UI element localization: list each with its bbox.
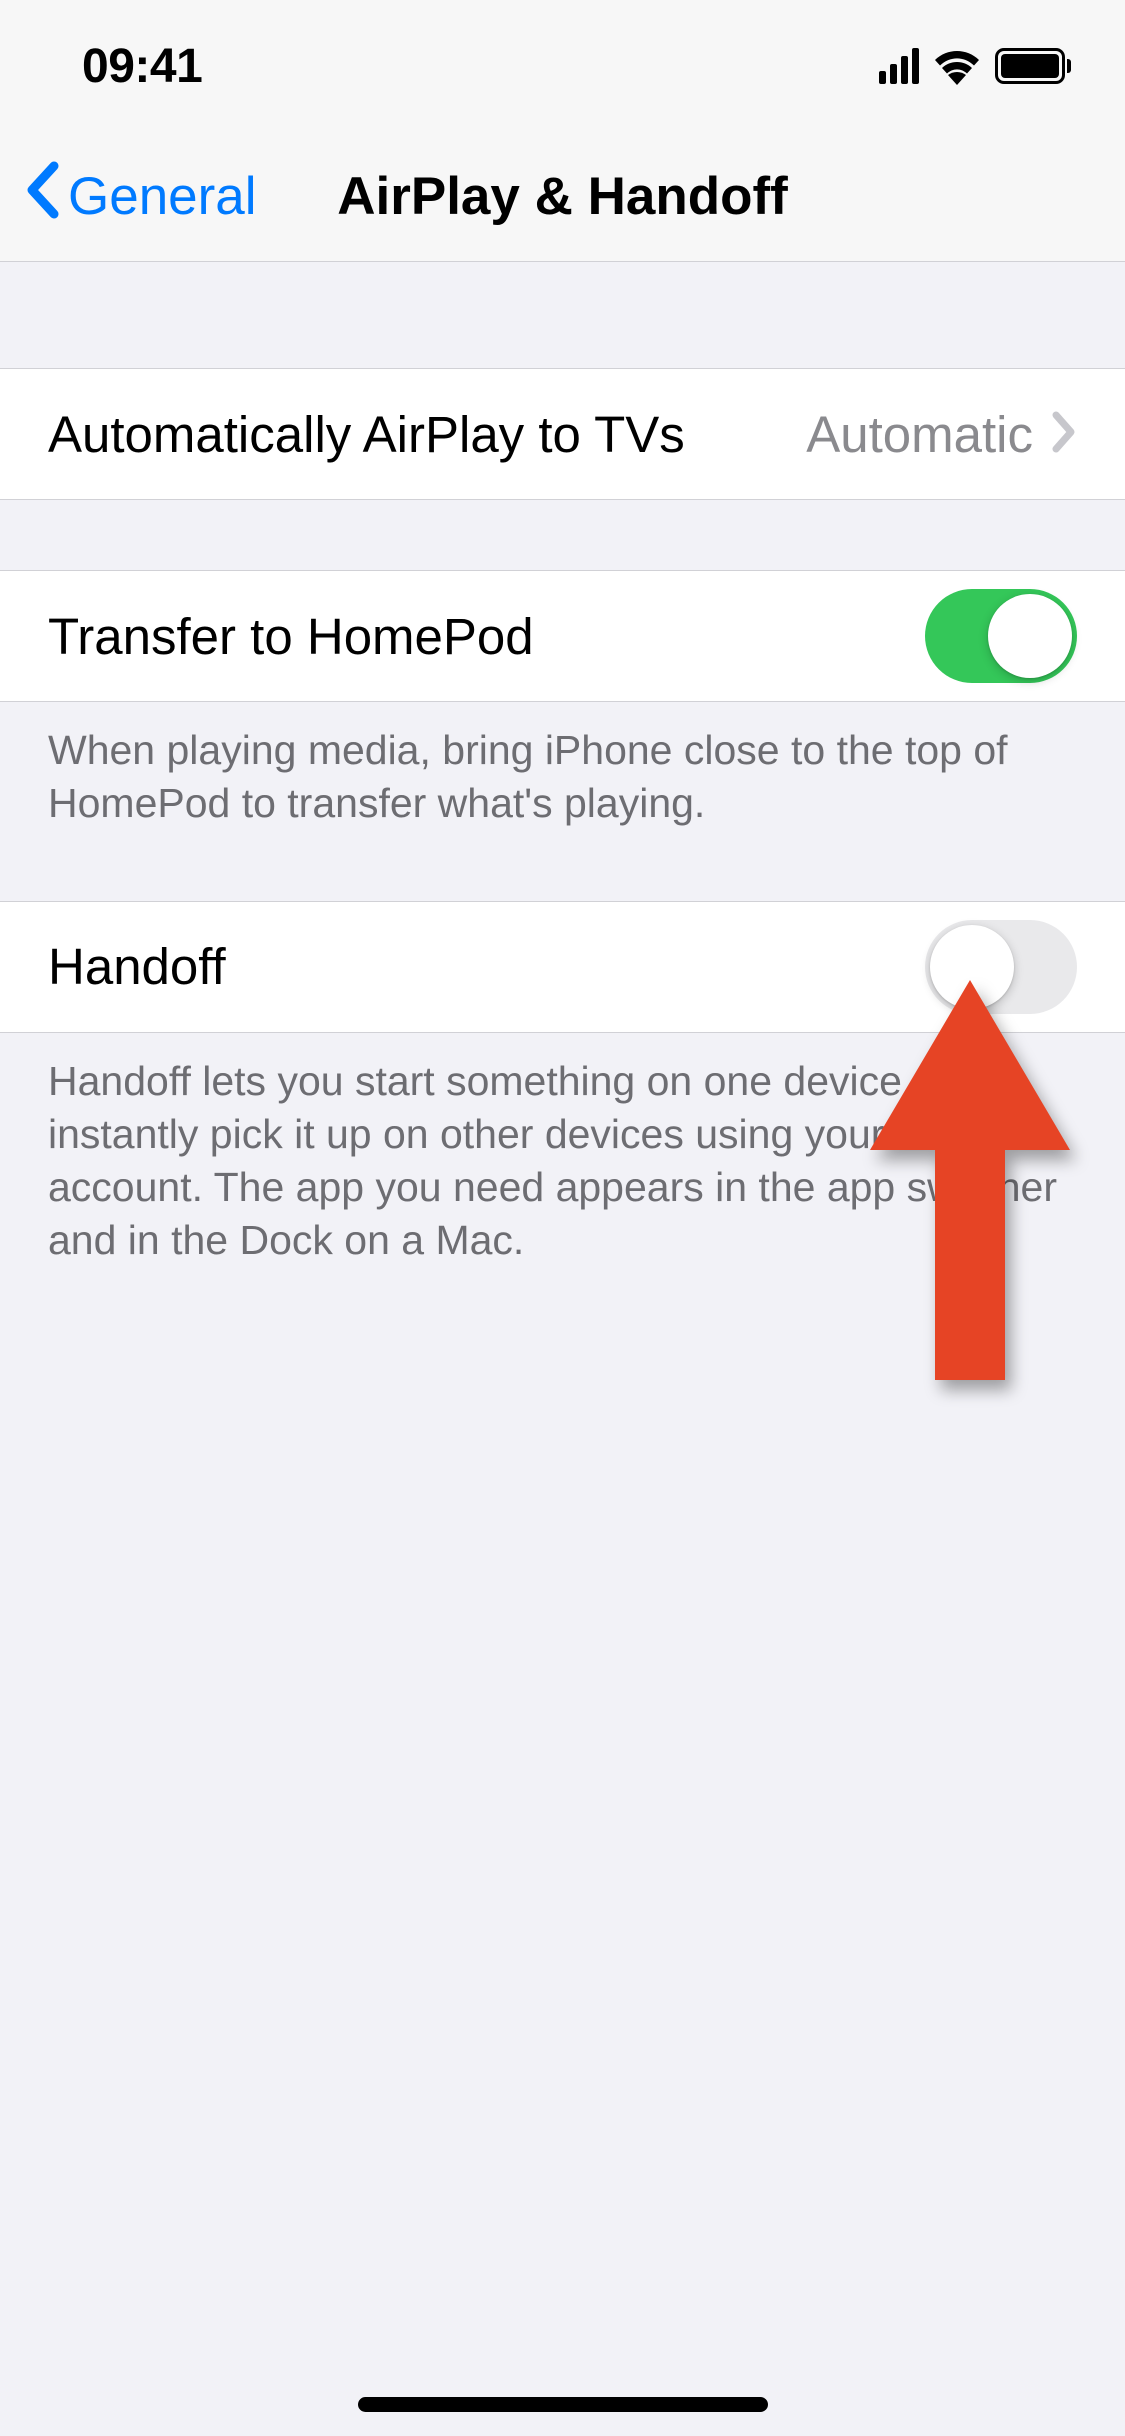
wifi-icon — [931, 47, 983, 85]
transfer-to-homepod-toggle[interactable] — [925, 589, 1077, 683]
battery-icon — [995, 48, 1071, 84]
chevron-left-icon — [24, 160, 62, 233]
row-value: Automatic — [806, 405, 1033, 464]
row-transfer-to-homepod: Transfer to HomePod — [0, 570, 1125, 702]
status-time: 09:41 — [82, 39, 202, 94]
home-indicator[interactable] — [358, 2397, 768, 2412]
row-label: Transfer to HomePod — [48, 607, 925, 666]
row-label: Handoff — [48, 937, 925, 996]
status-bar: 09:41 — [0, 0, 1125, 132]
row-handoff: Handoff — [0, 901, 1125, 1033]
handoff-footer: Handoff lets you start something on one … — [0, 1033, 1125, 1268]
status-icons — [879, 47, 1071, 85]
back-label: General — [68, 166, 257, 227]
cellular-icon — [879, 48, 919, 84]
handoff-toggle[interactable] — [925, 920, 1077, 1014]
navigation-bar: General AirPlay & Handoff — [0, 132, 1125, 262]
transfer-footer: When playing media, bring iPhone close t… — [0, 702, 1125, 831]
back-button[interactable]: General — [24, 160, 257, 233]
row-label: Automatically AirPlay to TVs — [48, 405, 806, 464]
row-automatically-airplay[interactable]: Automatically AirPlay to TVs Automatic — [0, 368, 1125, 500]
chevron-right-icon — [1051, 410, 1077, 459]
page-title: AirPlay & Handoff — [337, 166, 788, 227]
content: Automatically AirPlay to TVs Automatic T… — [0, 262, 1125, 1268]
